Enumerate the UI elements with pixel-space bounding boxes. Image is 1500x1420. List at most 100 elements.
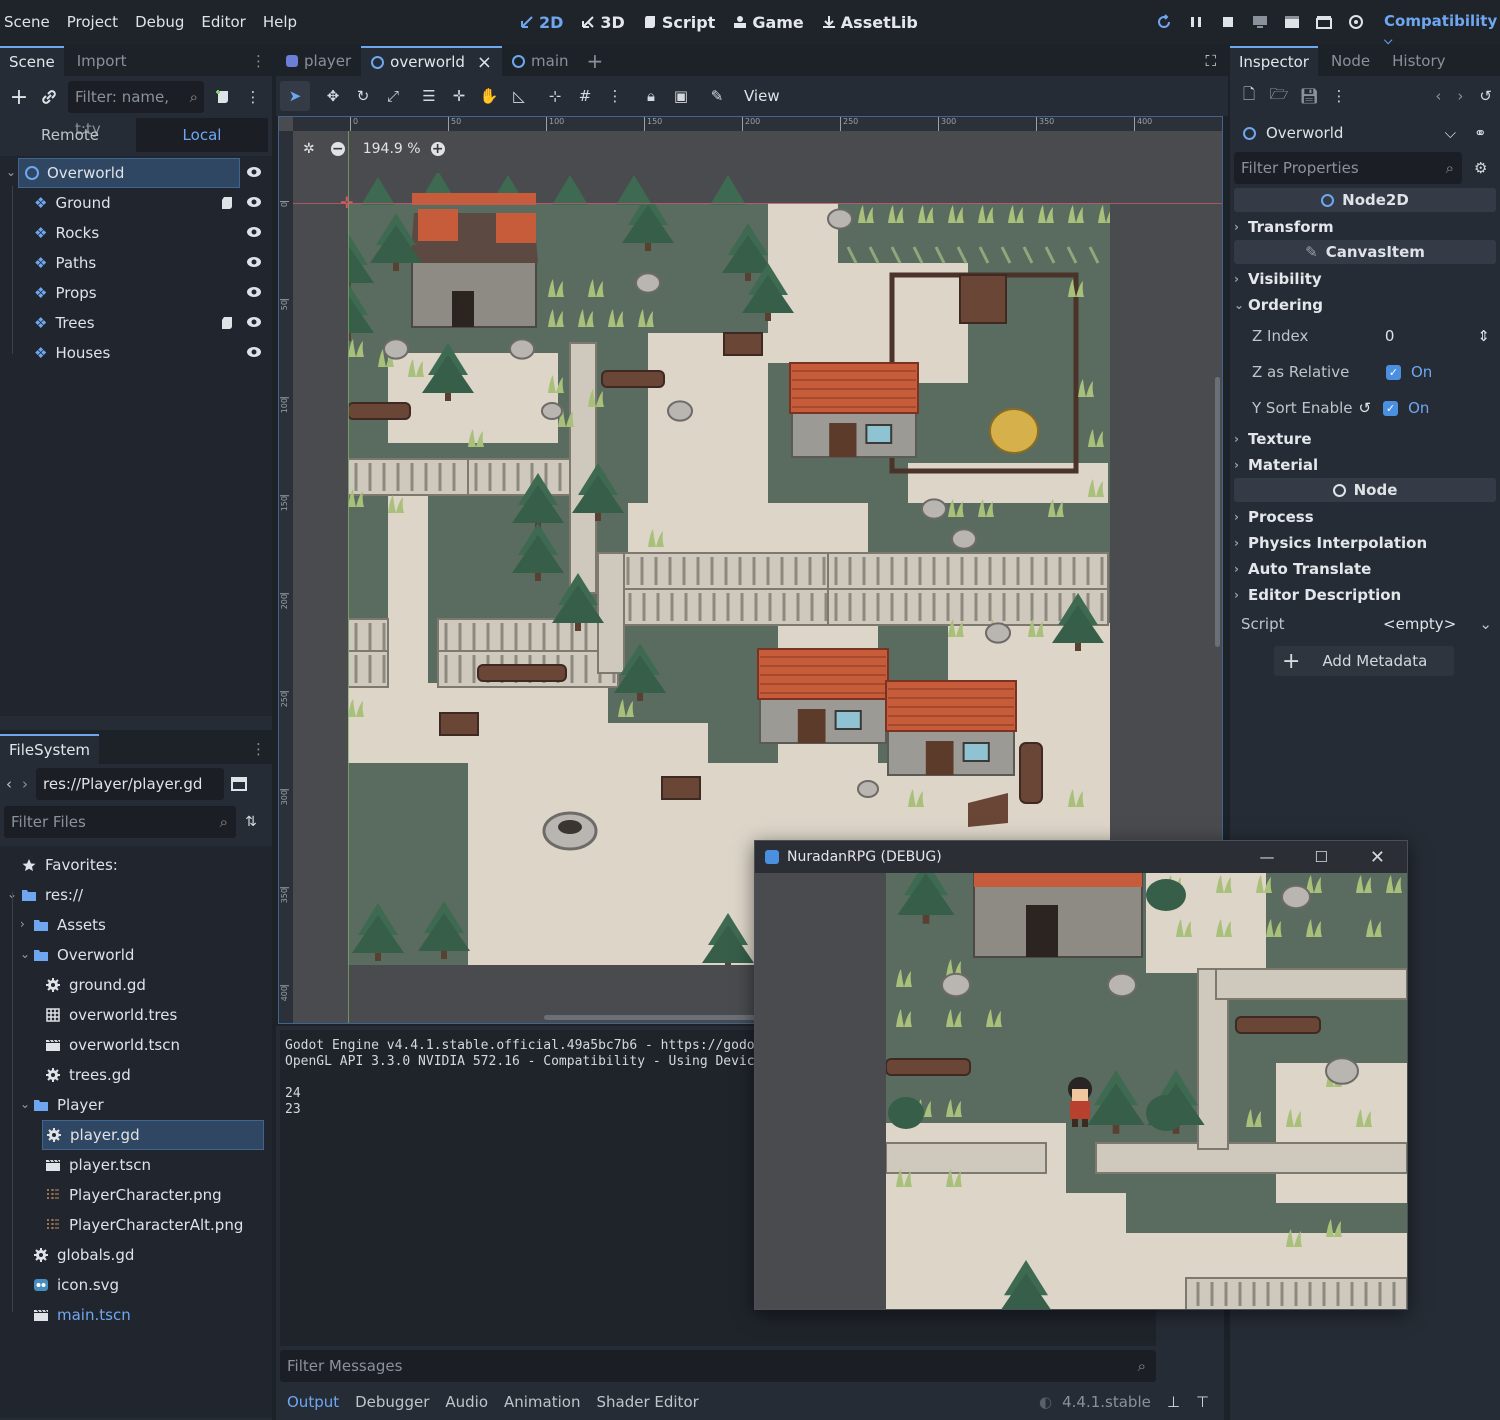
script-icon[interactable] bbox=[220, 316, 234, 330]
zoom-in-icon[interactable]: + bbox=[430, 141, 445, 157]
visibility-eye-icon[interactable] bbox=[246, 316, 262, 328]
local-toggle[interactable]: Local bbox=[136, 118, 268, 152]
revert-icon[interactable]: ↺ bbox=[1359, 399, 1372, 417]
file-tree-item[interactable]: icon.svg bbox=[34, 1270, 119, 1300]
path-field[interactable]: res://Player/player.gd bbox=[36, 768, 224, 800]
mode-script-button[interactable]: Script bbox=[643, 13, 715, 32]
file-tree-item[interactable]: PlayerCharacterAlt.png bbox=[46, 1210, 243, 1240]
instance-scene-button[interactable] bbox=[34, 82, 64, 112]
pan-tool-button[interactable]: ✋ bbox=[474, 81, 504, 111]
dock-menu-icon[interactable]: ⋮ bbox=[251, 52, 266, 70]
file-tree-item[interactable]: player.gd bbox=[42, 1120, 264, 1150]
file-tree-item[interactable]: res:// bbox=[22, 880, 83, 910]
menu-project[interactable]: Project bbox=[67, 13, 118, 31]
close-icon[interactable]: × bbox=[477, 52, 492, 73]
move-tool-button[interactable]: ✥ bbox=[318, 81, 348, 111]
collapse-chevron-icon[interactable]: ⌄ bbox=[6, 165, 16, 179]
filter-messages-input[interactable]: Filter Messages ⌕ bbox=[280, 1350, 1156, 1382]
group-button[interactable]: ▣ bbox=[666, 81, 696, 111]
menu-debug[interactable]: Debug bbox=[135, 13, 184, 31]
horizontal-scrollbar[interactable] bbox=[544, 1015, 764, 1020]
snap-options-button[interactable]: ⋮ bbox=[600, 81, 630, 111]
zoom-out-icon[interactable]: − bbox=[330, 141, 345, 157]
mode-game-button[interactable]: Game bbox=[733, 13, 804, 32]
chevron-right-icon[interactable]: › bbox=[20, 917, 25, 931]
visibility-eye-icon[interactable] bbox=[246, 166, 262, 178]
close-icon[interactable]: ✕ bbox=[1370, 847, 1385, 868]
script-icon[interactable] bbox=[220, 196, 234, 210]
filter-properties-input[interactable]: Filter Properties ⌕ bbox=[1234, 152, 1462, 184]
tools-icon[interactable]: ⚙ bbox=[1474, 159, 1487, 177]
view-menu-button[interactable]: View bbox=[744, 87, 780, 105]
tab-filesystem[interactable]: FileSystem bbox=[0, 734, 100, 764]
tab-history[interactable]: History bbox=[1383, 46, 1454, 76]
file-tree-item[interactable]: globals.gd bbox=[34, 1240, 134, 1270]
tab-output[interactable]: Output bbox=[287, 1393, 339, 1411]
center-view-icon[interactable]: ✲ bbox=[303, 141, 315, 157]
tree-node-houses[interactable]: ❖ Houses bbox=[34, 338, 110, 368]
attach-script-button[interactable] bbox=[208, 82, 238, 112]
z-index-spinbox[interactable]: 0 ⇕ bbox=[1377, 320, 1496, 352]
file-tree-item[interactable]: trees.gd bbox=[46, 1060, 131, 1090]
tab-import[interactable]: Import bbox=[68, 46, 136, 76]
section-texture[interactable]: › Texture bbox=[1234, 426, 1496, 452]
back-icon[interactable]: ‹ bbox=[6, 775, 12, 793]
favorites-header[interactable]: Favorites: bbox=[22, 850, 118, 880]
section-ordering[interactable]: ⌄ Ordering bbox=[1234, 292, 1496, 318]
scale-tool-button[interactable]: ⤢ bbox=[378, 81, 408, 111]
file-tree-item[interactable]: ground.gd bbox=[46, 970, 146, 1000]
inspector-more-button[interactable]: ⋮ bbox=[1324, 81, 1354, 111]
sort-button[interactable]: ⇅ bbox=[236, 807, 266, 837]
forward-icon[interactable]: › bbox=[1457, 87, 1463, 105]
add-metadata-button[interactable]: + Add Metadata bbox=[1274, 646, 1454, 676]
tab-debugger[interactable]: Debugger bbox=[355, 1393, 429, 1411]
section-auto-translate[interactable]: › Auto Translate bbox=[1234, 556, 1496, 582]
visibility-eye-icon[interactable] bbox=[246, 346, 262, 358]
file-tree-item[interactable]: PlayerCharacter.png bbox=[46, 1180, 222, 1210]
ruler-tool-button[interactable]: ◺ bbox=[504, 81, 534, 111]
mode-3d-button[interactable]: 3D bbox=[581, 13, 625, 32]
game-window-titlebar[interactable]: NuradanRPG (DEBUG) — ☐ ✕ bbox=[755, 841, 1407, 873]
mode-assetlib-button[interactable]: AssetLib bbox=[822, 13, 918, 32]
node-selector[interactable]: Overworld ⌵ bbox=[1236, 117, 1464, 149]
mode-2d-button[interactable]: 2D bbox=[520, 13, 563, 32]
list-select-button[interactable]: ☰ bbox=[414, 81, 444, 111]
section-editor-description[interactable]: › Editor Description bbox=[1234, 582, 1496, 608]
section-process[interactable]: › Process bbox=[1234, 504, 1496, 530]
pin-icon[interactable]: ⊥ bbox=[1167, 1393, 1180, 1411]
menu-help[interactable]: Help bbox=[263, 13, 297, 31]
lock-button[interactable]: 🔒︎ bbox=[636, 81, 666, 111]
file-tree-item[interactable]: overworld.tres bbox=[46, 1000, 177, 1030]
forward-icon[interactable]: › bbox=[22, 775, 28, 793]
bones-button[interactable]: ✎ bbox=[702, 81, 732, 111]
stop-button[interactable] bbox=[1212, 7, 1244, 37]
visibility-eye-icon[interactable] bbox=[246, 196, 262, 208]
menu-scene[interactable]: Scene bbox=[4, 13, 50, 31]
add-tab-icon[interactable]: + bbox=[587, 49, 604, 73]
file-tree-item[interactable]: main.tscn bbox=[34, 1300, 131, 1330]
run-custom-button[interactable] bbox=[1308, 7, 1340, 37]
history-icon[interactable]: ↺ bbox=[1479, 87, 1492, 105]
tree-node-trees[interactable]: ❖ Trees bbox=[34, 308, 95, 338]
file-tree-item[interactable]: Player bbox=[34, 1090, 104, 1120]
smart-snap-button[interactable]: ⊹ bbox=[540, 81, 570, 111]
tree-node-ground[interactable]: ❖ Ground bbox=[34, 188, 111, 218]
file-tree-item[interactable]: overworld.tscn bbox=[46, 1030, 180, 1060]
script-value[interactable]: <empty> bbox=[1383, 615, 1456, 633]
tab-scene[interactable]: Scene bbox=[0, 46, 64, 76]
file-tree-item[interactable]: Overworld bbox=[34, 940, 134, 970]
tab-shader-editor[interactable]: Shader Editor bbox=[596, 1393, 698, 1411]
game-viewport[interactable] bbox=[886, 873, 1407, 1310]
minimize-icon[interactable]: — bbox=[1259, 848, 1274, 866]
grid-snap-button[interactable]: # bbox=[570, 81, 600, 111]
visibility-eye-icon[interactable] bbox=[246, 286, 262, 298]
dock-menu-icon[interactable]: ⋮ bbox=[251, 740, 266, 758]
reload-button[interactable] bbox=[1148, 7, 1180, 37]
scene-more-button[interactable]: ⋮ bbox=[238, 82, 268, 112]
visibility-eye-icon[interactable] bbox=[246, 256, 262, 268]
remote-debug-button[interactable] bbox=[1244, 7, 1276, 37]
section-physics-interpolation[interactable]: › Physics Interpolation bbox=[1234, 530, 1496, 556]
tree-node-paths[interactable]: ❖ Paths bbox=[34, 248, 96, 278]
menu-editor[interactable]: Editor bbox=[201, 13, 245, 31]
chevron-down-icon[interactable]: ⌄ bbox=[20, 1097, 30, 1111]
